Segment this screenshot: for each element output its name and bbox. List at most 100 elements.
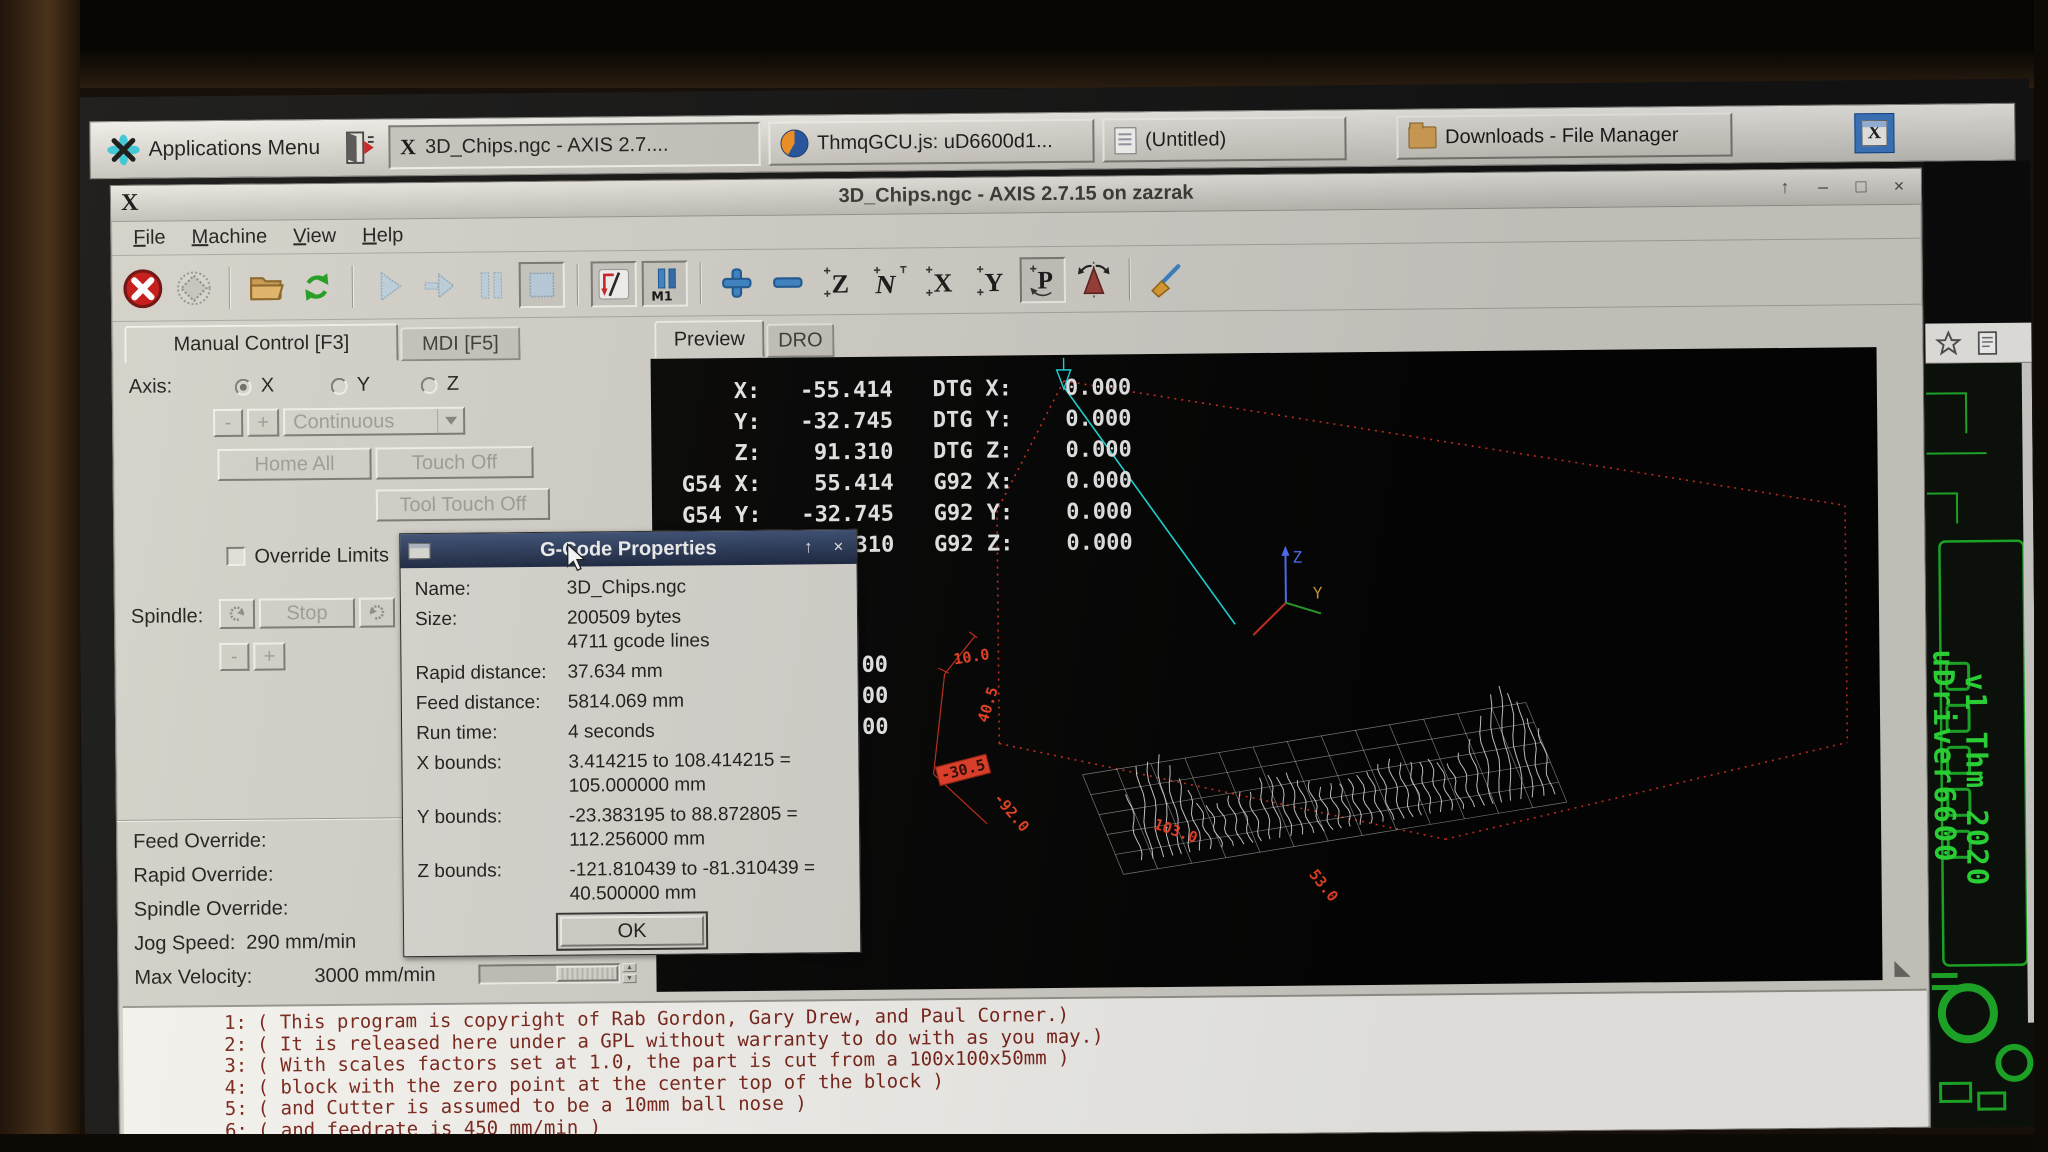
view-x-icon: X xyxy=(920,259,962,301)
spindle-cw-icon xyxy=(366,602,388,622)
spindle-ccw-button[interactable] xyxy=(219,599,255,629)
zoom-in-button[interactable] xyxy=(714,259,760,305)
stop-button[interactable] xyxy=(519,261,565,307)
m1-label: M1 xyxy=(651,288,672,303)
tool-touch-off-button[interactable]: Tool Touch Off xyxy=(376,488,550,522)
dialog-field-size: Size: 200509 bytes4711 gcode lines xyxy=(401,604,857,656)
jog-minus-button[interactable]: - xyxy=(213,409,243,437)
taskbar-window-firefox[interactable]: ThmqGCU.js: uD6600d1... xyxy=(768,119,1094,166)
radio-axis-y[interactable] xyxy=(331,378,348,395)
gcode-listing[interactable]: 1:( This program is copyright of Rab Gor… xyxy=(123,989,1928,1144)
slider-step-down[interactable]: ▼ xyxy=(622,974,636,983)
axis-window: X 3D_Chips.ngc - AXIS 2.7.15 on zazrak ↑… xyxy=(110,168,1931,1145)
tab-manual-control[interactable]: Manual Control [F3] xyxy=(124,323,398,364)
logout-button[interactable] xyxy=(336,125,380,169)
machine-power-icon xyxy=(173,267,215,309)
reload-file-button[interactable] xyxy=(294,263,340,309)
override-limits-checkbox[interactable] xyxy=(226,547,245,566)
field-value2: 40.500000 mm xyxy=(570,880,816,906)
optional-stop-button[interactable]: M1 xyxy=(642,260,688,306)
open-file-button[interactable] xyxy=(243,264,289,310)
field-value2: 4711 gcode lines xyxy=(567,629,709,654)
view-perspective-button[interactable]: P xyxy=(1020,256,1066,302)
taskbar-window-filemanager[interactable]: Downloads - File Manager xyxy=(1396,112,1732,159)
machine-power-button[interactable] xyxy=(171,265,217,311)
jog-increment-select[interactable]: Continuous xyxy=(283,407,465,437)
field-value: 200509 bytes xyxy=(567,605,709,630)
max-velocity-slider[interactable]: ▲ ▼ xyxy=(478,963,636,985)
dialog-field-rapid-distance: Rapid distance: 37.634 mm xyxy=(401,658,857,686)
home-all-button[interactable]: Home All xyxy=(217,448,371,481)
jog-speed-label: Jog Speed: xyxy=(134,932,235,956)
view-y-button[interactable]: Y xyxy=(969,257,1015,303)
ok-button[interactable]: OK xyxy=(556,911,708,950)
field-value: 3.414215 to 108.414215 = xyxy=(568,749,791,775)
bookmark-star-icon[interactable] xyxy=(1935,330,1961,356)
menu-view[interactable]: View xyxy=(283,223,346,251)
view-x-button[interactable]: X xyxy=(918,257,964,303)
run-button[interactable] xyxy=(366,263,412,309)
close-button[interactable]: × xyxy=(1885,173,1913,199)
minimize-button[interactable]: – xyxy=(1809,173,1837,199)
system-tray-icon[interactable]: X xyxy=(1854,113,1894,153)
dialog-body: Name: 3D_Chips.ngc Size: 200509 bytes471… xyxy=(401,564,861,956)
tab-mdi[interactable]: MDI [F5] xyxy=(400,326,520,361)
slider-step-up[interactable]: ▲ xyxy=(622,963,636,972)
chevron-down-icon xyxy=(445,417,457,425)
n-letter: N xyxy=(874,269,898,299)
toggle-skip-lines-button[interactable] xyxy=(591,261,637,307)
menu-file[interactable]: File xyxy=(123,224,175,252)
resize-grip-icon[interactable] xyxy=(1894,961,1910,977)
spindle-plus-button[interactable]: + xyxy=(253,642,285,670)
gcode-line-number: 2: xyxy=(123,1033,247,1056)
taskbar-window-axis[interactable]: X 3D_Chips.ngc - AXIS 2.7.... xyxy=(388,122,760,170)
radio-axis-z[interactable] xyxy=(421,377,438,394)
taskbar-window-untitled[interactable]: (Untitled) xyxy=(1102,116,1346,162)
zoom-out-button[interactable] xyxy=(765,259,811,305)
tab-dro[interactable]: DRO xyxy=(766,323,834,358)
dialog-shade-button[interactable]: ↑ xyxy=(796,535,820,559)
estop-button[interactable] xyxy=(120,265,166,311)
ok-button-label: OK xyxy=(617,919,646,942)
axes-indicator: Z Y xyxy=(1252,545,1323,635)
tab-preview[interactable]: Preview xyxy=(654,320,764,359)
combo-arrow-button[interactable] xyxy=(437,409,463,433)
jog-speed-value: 290 mm/min xyxy=(246,931,356,955)
field-label: Feed distance: xyxy=(416,691,568,716)
view-z2-button[interactable]: N xyxy=(867,258,913,304)
spindle-minus-button[interactable]: - xyxy=(219,643,249,671)
applications-menu-label: Applications Menu xyxy=(148,136,320,162)
field-value: 4 seconds xyxy=(568,720,655,745)
spindle-stop-button[interactable]: Stop xyxy=(259,598,355,629)
applications-menu-button[interactable]: Applications Menu xyxy=(98,125,328,173)
folder-icon xyxy=(1408,126,1436,148)
spindle-ccw-icon xyxy=(226,604,248,624)
menu-help[interactable]: Help xyxy=(352,222,413,250)
field-label: Name: xyxy=(415,577,567,602)
field-value: 5814.069 mm xyxy=(568,690,684,715)
spindle-override-label: Spindle Override: xyxy=(134,897,289,921)
step-button[interactable] xyxy=(417,262,463,308)
rotate-view-button[interactable] xyxy=(1071,256,1117,302)
radio-dot xyxy=(240,384,247,391)
dro-line: G54 X: 55.414 G92 X: 0.000 xyxy=(682,465,1133,500)
maximize-button[interactable]: □ xyxy=(1847,173,1875,199)
spindle-cw-button[interactable] xyxy=(359,597,395,627)
touch-off-button[interactable]: Touch Off xyxy=(375,446,533,480)
clear-plot-button[interactable] xyxy=(1143,255,1189,301)
dialog-close-button[interactable]: × xyxy=(826,535,850,559)
dro-fragment: 00 xyxy=(861,653,888,678)
pause-button[interactable] xyxy=(468,262,514,308)
monitor-bezel-top xyxy=(0,0,2048,88)
jog-plus-button[interactable]: + xyxy=(247,408,279,436)
shade-button[interactable]: ↑ xyxy=(1771,174,1799,200)
menu-machine[interactable]: Machine xyxy=(181,223,277,251)
dialog-titlebar[interactable]: G-Code Properties ↑ × xyxy=(400,530,856,568)
slider-thumb[interactable] xyxy=(556,965,618,982)
reading-list-icon[interactable] xyxy=(1975,329,1999,355)
tab-manual-control-label: Manual Control [F3] xyxy=(173,331,349,356)
view-z-button[interactable]: Z xyxy=(816,258,862,304)
field-label: Z bounds: xyxy=(417,859,569,908)
radio-axis-x[interactable] xyxy=(235,379,252,396)
field-value2: 105.000000 mm xyxy=(569,773,792,799)
